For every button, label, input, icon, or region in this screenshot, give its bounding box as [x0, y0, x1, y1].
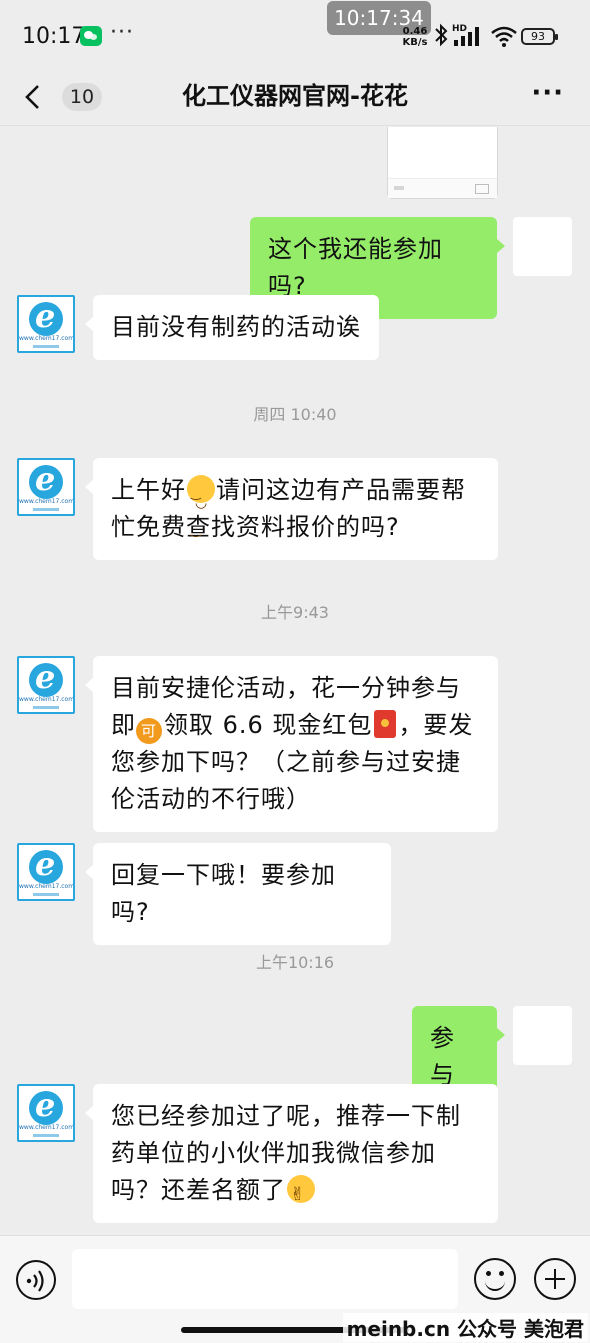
- contact-avatar[interactable]: www.chem17.com: [17, 843, 75, 901]
- message-timestamp: 上午9:43: [261, 603, 329, 622]
- cellular-signal-icon: HD: [452, 24, 479, 46]
- contact-avatar[interactable]: www.chem17.com: [17, 656, 75, 714]
- network-speed-value: 0.46: [402, 26, 428, 37]
- back-button[interactable]: 10: [16, 74, 102, 118]
- bluetooth-icon: [435, 23, 448, 47]
- avatar-sub-line: [33, 508, 59, 511]
- shared-image-message[interactable]: [387, 127, 498, 199]
- more-actions-button[interactable]: [534, 1258, 576, 1300]
- status-more-icon: ···: [110, 20, 134, 45]
- avatar-sub-line: [33, 345, 59, 348]
- message-text: 目前没有制药的活动诶: [111, 313, 361, 341]
- message-input[interactable]: [72, 1249, 458, 1309]
- avatar-sub-line: [33, 1134, 59, 1137]
- network-speed-unit: KB/s: [402, 37, 428, 48]
- ke-badge-icon: 可: [136, 718, 162, 744]
- avatar-site-text: www.chem17.com: [19, 1124, 75, 1131]
- avatar-site-text: www.chem17.com: [19, 883, 75, 890]
- logo-icon: [29, 1086, 63, 1125]
- message-text-part: 上午好: [111, 476, 186, 504]
- logo-icon: [29, 297, 63, 336]
- smile-emoji-icon: [187, 475, 215, 549]
- logo-icon: [29, 845, 63, 884]
- contact-avatar[interactable]: www.chem17.com: [17, 458, 75, 516]
- message-list[interactable]: 这个我还能参加吗? www.chem17.com 目前没有制药的活动诶 周四 1…: [0, 127, 590, 1235]
- avatar-site-text: www.chem17.com: [19, 335, 75, 342]
- avatar-sub-line: [33, 706, 59, 709]
- self-avatar[interactable]: [513, 1006, 572, 1065]
- unread-count-badge: 10: [62, 83, 102, 111]
- avatar-sub-line: [33, 893, 59, 896]
- incoming-message[interactable]: 上午好请问这边有产品需要帮忙免费查找资料报价的吗?: [85, 458, 498, 560]
- incoming-message[interactable]: 您已经参加过了呢，推荐一下制药单位的小伙伴加我微信参加吗？还差名额了: [85, 1084, 498, 1223]
- more-options-button[interactable]: ···: [531, 78, 564, 108]
- contact-avatar[interactable]: www.chem17.com: [17, 295, 75, 353]
- message-text-part: 领取 6.6 现金红包: [164, 711, 373, 739]
- salute-emoji-icon: [287, 1175, 315, 1213]
- message-text-part: 您已经参加过了呢，推荐一下制药单位的小伙伴加我微信参加吗？还差名额了: [111, 1102, 461, 1204]
- input-bar: meinb.cn 公众号 美泡君: [0, 1235, 590, 1343]
- contact-avatar[interactable]: www.chem17.com: [17, 1084, 75, 1142]
- message-text: 这个我还能参加吗?: [268, 235, 443, 300]
- voice-input-button[interactable]: [16, 1260, 56, 1300]
- network-speed: 0.46 KB/s: [398, 26, 432, 48]
- avatar-site-text: www.chem17.com: [19, 696, 75, 703]
- status-bar: 10:17 ··· 10:17:34 0.46 KB/s HD 93: [0, 0, 590, 66]
- status-time: 10:17: [22, 24, 86, 49]
- logo-icon: [29, 460, 63, 499]
- red-envelope-icon: [374, 710, 397, 738]
- message-text: 回复一下哦！要参加吗?: [111, 861, 336, 926]
- wechat-notification-icon: [80, 26, 102, 46]
- self-avatar[interactable]: [513, 217, 572, 276]
- chat-title: 化工仪器网官网-花花: [182, 82, 408, 110]
- chat-header: 10 化工仪器网官网-花花 ···: [0, 66, 590, 126]
- incoming-message[interactable]: 回复一下哦！要参加吗?: [85, 843, 391, 945]
- incoming-message[interactable]: 目前没有制药的活动诶: [85, 295, 379, 360]
- battery-indicator: 93: [521, 28, 558, 45]
- wifi-icon: [491, 26, 517, 47]
- signal-hd-label: HD: [452, 24, 467, 34]
- message-text: 参与: [430, 1024, 455, 1089]
- shared-image-toolbar: [388, 178, 497, 198]
- message-timestamp: 周四 10:40: [253, 405, 337, 424]
- watermark-text: meinb.cn 公众号 美泡君: [342, 1313, 588, 1342]
- incoming-message[interactable]: 目前安捷伦活动，花一分钟参与即可领取 6.6 现金红包 ，要发您参加下吗？（之前参…: [85, 656, 498, 832]
- emoji-button[interactable]: [474, 1258, 516, 1300]
- message-timestamp: 上午10:16: [255, 953, 335, 972]
- voice-icon: [26, 1270, 44, 1292]
- chevron-left-icon: [25, 85, 39, 109]
- avatar-site-text: www.chem17.com: [19, 498, 75, 505]
- logo-icon: [29, 658, 63, 697]
